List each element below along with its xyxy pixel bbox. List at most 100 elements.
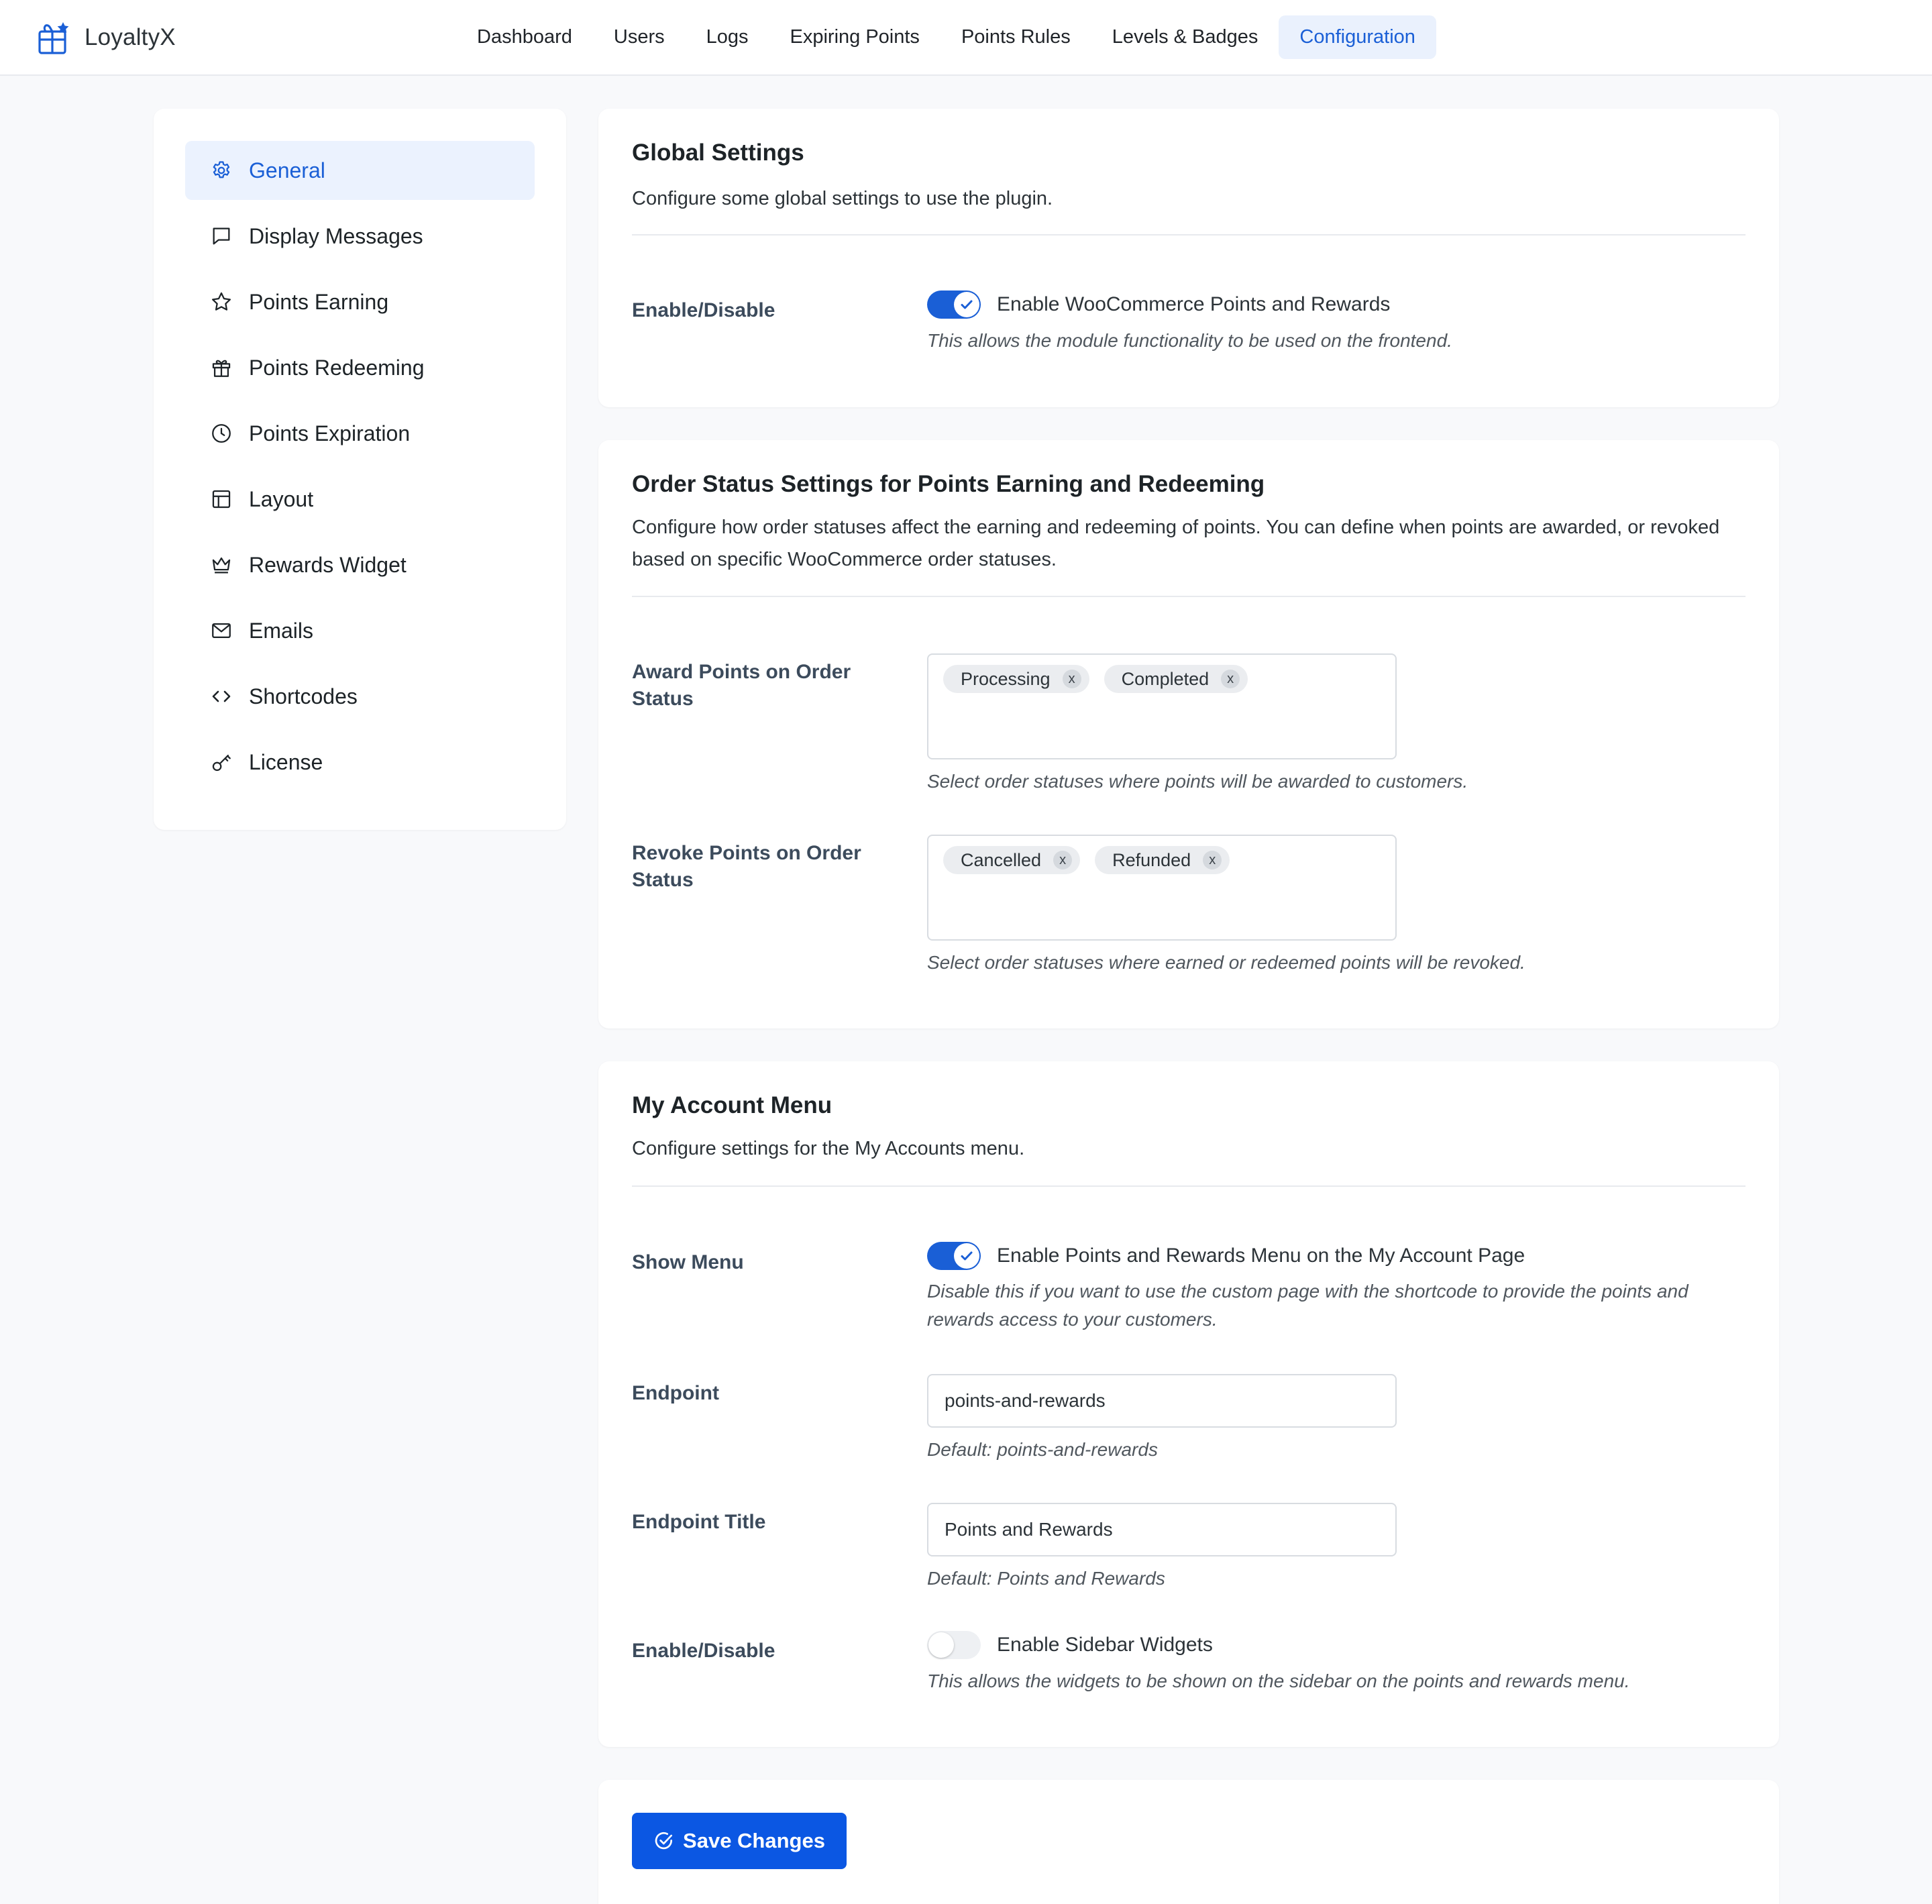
award-points-label: Award Points on Order Status: [632, 661, 851, 710]
check-circle-icon: [655, 1832, 673, 1850]
revoke-points-label: Revoke Points on Order Status: [632, 842, 861, 891]
nav-levels-badges[interactable]: Levels & Badges: [1091, 15, 1279, 59]
message-icon: [210, 225, 233, 248]
sidebar-item-points-earning[interactable]: Points Earning: [185, 272, 535, 331]
sidebar-item-points-expiration[interactable]: Points Expiration: [185, 404, 535, 463]
settings-sidebar: General Display Messages Points Earning …: [154, 109, 566, 830]
toggle-text: Enable Points and Rewards Menu on the My…: [997, 1245, 1525, 1267]
key-icon: [210, 751, 233, 774]
show-menu-toggle[interactable]: [927, 1242, 981, 1270]
tag-processing: Processing x: [943, 665, 1089, 693]
gift-icon: [210, 356, 233, 379]
selected-tags: Processing x Completed x: [943, 665, 1263, 693]
tag-completed: Completed x: [1104, 665, 1248, 693]
sidebar-item-label: Emails: [249, 618, 314, 643]
field-hint: This allows the module functionality to …: [927, 330, 1452, 351]
enable-plugin-row: Enable WooCommerce Points and Rewards: [927, 290, 1390, 319]
sidebar-item-label: Points Redeeming: [249, 355, 425, 380]
nav-configuration[interactable]: Configuration: [1279, 15, 1436, 59]
save-changes-button[interactable]: Save Changes: [632, 1813, 847, 1869]
nav-logs[interactable]: Logs: [686, 15, 769, 59]
nav-expiring-points[interactable]: Expiring Points: [769, 15, 941, 59]
brand[interactable]: LoyaltyX: [38, 17, 176, 58]
nav-users[interactable]: Users: [593, 15, 686, 59]
field-hint: Disable this if you want to use the cust…: [927, 1281, 1688, 1330]
divider: [632, 596, 1746, 597]
sidebar-item-label: License: [249, 749, 323, 774]
sidebar-item-display-messages[interactable]: Display Messages: [185, 207, 535, 266]
save-label: Save Changes: [683, 1829, 825, 1852]
app-name: LoyaltyX: [85, 24, 176, 50]
enable-plugin-toggle[interactable]: [927, 290, 981, 319]
field-hint: This allows the widgets to be shown on t…: [927, 1671, 1630, 1691]
gift-logo-icon: [38, 22, 69, 54]
code-icon: [210, 685, 233, 708]
card-title: Order Status Settings for Points Earning…: [632, 471, 1265, 497]
layout-icon: [210, 488, 233, 511]
clock-icon: [210, 422, 233, 445]
sidebar-widgets-label: Enable/Disable: [632, 1640, 775, 1662]
card-description: Configure some global settings to use th…: [632, 188, 1053, 209]
save-card: Save Changes: [598, 1780, 1779, 1904]
divider: [632, 234, 1746, 235]
tag-cancelled: Cancelled x: [943, 846, 1081, 874]
top-bar: LoyaltyX Dashboard Users Logs Expiring P…: [0, 0, 1932, 76]
tag-label: Cancelled: [961, 849, 1042, 870]
global-settings-card: Global Settings Configure some global se…: [598, 109, 1779, 407]
card-description: Configure how order statuses affect the …: [632, 517, 1720, 570]
sidebar-item-label: General: [249, 158, 325, 182]
toggle-knob: [954, 292, 979, 317]
star-icon: [210, 290, 233, 313]
tag-label: Processing: [961, 668, 1051, 689]
card-title: My Account Menu: [632, 1092, 833, 1118]
gear-icon: [210, 159, 233, 182]
award-status-select[interactable]: Processing x Completed x: [927, 653, 1397, 759]
sidebar-item-label: Shortcodes: [249, 684, 358, 708]
sidebar-item-general[interactable]: General: [185, 141, 535, 200]
sidebar-item-label: Points Expiration: [249, 421, 411, 445]
field-hint: Default: points-and-rewards: [927, 1439, 1158, 1460]
toggle-text: Enable WooCommerce Points and Rewards: [997, 293, 1391, 315]
toggle-knob: [954, 1243, 979, 1269]
sidebar-item-shortcodes[interactable]: Shortcodes: [185, 667, 535, 726]
nav-points-rules[interactable]: Points Rules: [941, 15, 1091, 59]
sidebar-widgets-toggle[interactable]: [927, 1631, 981, 1659]
field-hint: Default: Points and Rewards: [927, 1568, 1165, 1589]
show-menu-label: Show Menu: [632, 1251, 744, 1273]
tag-remove-icon[interactable]: x: [1203, 851, 1222, 869]
tag-remove-icon[interactable]: x: [1053, 851, 1073, 869]
tag-label: Completed: [1121, 668, 1210, 689]
check-icon: [961, 300, 973, 309]
nav-dashboard[interactable]: Dashboard: [456, 15, 593, 59]
sidebar-item-license[interactable]: License: [185, 733, 535, 792]
order-status-card: Order Status Settings for Points Earning…: [598, 440, 1779, 1028]
sidebar-item-layout[interactable]: Layout: [185, 470, 535, 529]
top-nav: Dashboard Users Logs Expiring Points Poi…: [456, 15, 1436, 59]
revoke-status-select[interactable]: Cancelled x Refunded x: [927, 835, 1397, 941]
sidebar-item-emails[interactable]: Emails: [185, 601, 535, 660]
my-account-menu-card: My Account Menu Configure settings for t…: [598, 1061, 1779, 1747]
endpoint-input[interactable]: [927, 1374, 1397, 1428]
tag-remove-icon[interactable]: x: [1221, 670, 1240, 688]
card-title: Global Settings: [632, 140, 804, 166]
sidebar-item-rewards-widget[interactable]: Rewards Widget: [185, 535, 535, 594]
tag-remove-icon[interactable]: x: [1062, 670, 1081, 688]
tag-label: Refunded: [1112, 849, 1191, 870]
divider: [632, 1185, 1746, 1187]
enable-plugin-label: Enable/Disable: [632, 299, 775, 321]
show-menu-row: Enable Points and Rewards Menu on the My…: [927, 1242, 1525, 1270]
endpoint-title-label: Endpoint Title: [632, 1511, 766, 1533]
tag-refunded: Refunded x: [1095, 846, 1230, 874]
toggle-text: Enable Sidebar Widgets: [997, 1634, 1213, 1656]
field-hint: Select order statuses where points will …: [927, 771, 1468, 792]
mail-icon: [210, 619, 233, 642]
field-hint: Select order statuses where earned or re…: [927, 952, 1525, 973]
sidebar-widgets-row: Enable Sidebar Widgets: [927, 1631, 1213, 1659]
card-description: Configure settings for the My Accounts m…: [632, 1138, 1025, 1159]
endpoint-title-input[interactable]: [927, 1503, 1397, 1556]
sidebar-item-label: Layout: [249, 486, 314, 511]
sidebar-item-label: Display Messages: [249, 223, 423, 248]
toggle-knob: [928, 1632, 954, 1658]
sidebar-item-points-redeeming[interactable]: Points Redeeming: [185, 338, 535, 397]
check-icon: [961, 1251, 973, 1261]
